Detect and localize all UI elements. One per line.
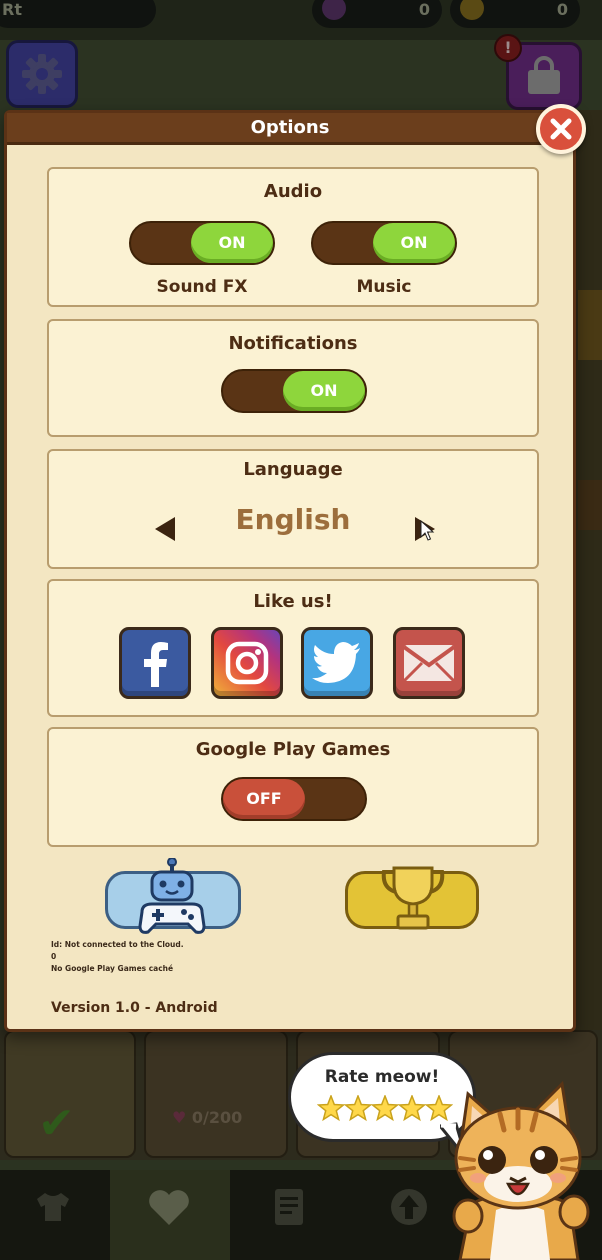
language-value: English <box>235 503 351 536</box>
instagram-icon <box>225 641 269 685</box>
music-toggle-state: ON <box>373 223 455 263</box>
cloud-status-text: Id: Not connected to the Cloud. 0 No Goo… <box>51 939 184 975</box>
gear-icon <box>22 54 62 94</box>
google-play-games-section: Google Play Games OFF <box>47 727 539 847</box>
background-hearts-counter: ♥ 0/200 <box>172 1108 242 1127</box>
gem-icon <box>322 0 346 20</box>
background-side-block <box>578 480 602 530</box>
audio-section: Audio ON ON Sound FX Music <box>47 167 539 307</box>
language-section: Language English <box>47 449 539 569</box>
trophy-icon <box>381 866 445 930</box>
email-button[interactable] <box>393 627 465 699</box>
rating-stars[interactable] <box>317 1095 453 1123</box>
twitter-icon <box>312 642 360 683</box>
cloud-save-button[interactable] <box>105 858 241 934</box>
coin-icon <box>460 0 484 20</box>
sound-fx-label: Sound FX <box>156 277 248 297</box>
facebook-icon <box>144 642 168 687</box>
google-play-games-toggle[interactable]: OFF <box>221 777 367 821</box>
facebook-button[interactable] <box>119 627 191 699</box>
language-next-arrow[interactable] <box>405 509 445 549</box>
background-coin-counter: 0 <box>450 0 580 28</box>
background-side-strip <box>576 110 602 1030</box>
hearts-count: 0/200 <box>191 1108 243 1127</box>
document-icon <box>264 1182 314 1232</box>
notifications-toggle-state: ON <box>283 371 365 411</box>
heart-icon: ♥ <box>172 1108 187 1127</box>
language-title: Language <box>243 459 343 480</box>
notifications-title: Notifications <box>228 333 358 354</box>
sound-fx-toggle-state: ON <box>191 223 273 263</box>
cat-mascot-icon[interactable] <box>438 1080 602 1260</box>
background-gem-counter: 0 <box>312 0 442 28</box>
google-play-games-title: Google Play Games <box>195 739 391 760</box>
gem-count: 0 <box>418 0 430 19</box>
music-label: Music <box>356 277 412 297</box>
shopping-bag-icon <box>528 56 560 94</box>
like-us-title: Like us! <box>253 591 333 612</box>
options-dialog: Options Audio ON ON Sound FX Music Notif… <box>4 110 576 1032</box>
cloud-status-line: Id: Not connected to the Cloud. <box>51 940 184 949</box>
shirt-icon <box>28 1182 78 1232</box>
version-label: Version 1.0 - Android <box>51 1000 218 1016</box>
notifications-toggle[interactable]: ON <box>221 369 367 413</box>
star-icon[interactable] <box>317 1095 346 1122</box>
cloud-status-line: No Google Play Games caché <box>51 964 174 973</box>
star-icon[interactable] <box>343 1095 373 1122</box>
notifications-section: Notifications ON <box>47 319 539 437</box>
audio-title: Audio <box>263 181 323 202</box>
coin-count: 0 <box>556 0 568 19</box>
background-player-pill: Rt <box>0 0 156 28</box>
achievements-button[interactable] <box>345 866 479 930</box>
checkmark-icon: ✔ <box>38 1098 75 1149</box>
arrow-right-icon <box>415 517 435 541</box>
star-icon[interactable] <box>370 1095 400 1122</box>
close-button[interactable] <box>536 104 586 154</box>
robot-gamepad-icon <box>138 858 206 934</box>
like-us-section: Like us! <box>47 579 539 717</box>
background-alert-badge: ! <box>494 34 522 62</box>
mail-icon <box>402 645 456 683</box>
upgrade-arrow-icon <box>384 1182 434 1232</box>
star-icon[interactable] <box>397 1095 427 1122</box>
background-settings-button <box>6 40 78 108</box>
background-player-label: Rt <box>2 0 22 19</box>
instagram-button[interactable] <box>211 627 283 699</box>
twitter-button[interactable] <box>301 627 373 699</box>
background-card <box>144 1030 288 1158</box>
heart-icon <box>144 1182 194 1232</box>
sound-fx-toggle[interactable]: ON <box>129 221 275 265</box>
dialog-title: Options <box>7 113 573 145</box>
google-play-games-toggle-state: OFF <box>223 779 305 819</box>
music-toggle[interactable]: ON <box>311 221 457 265</box>
background-side-block <box>578 290 602 360</box>
cloud-status-line: 0 <box>51 952 57 961</box>
close-icon <box>550 118 572 140</box>
